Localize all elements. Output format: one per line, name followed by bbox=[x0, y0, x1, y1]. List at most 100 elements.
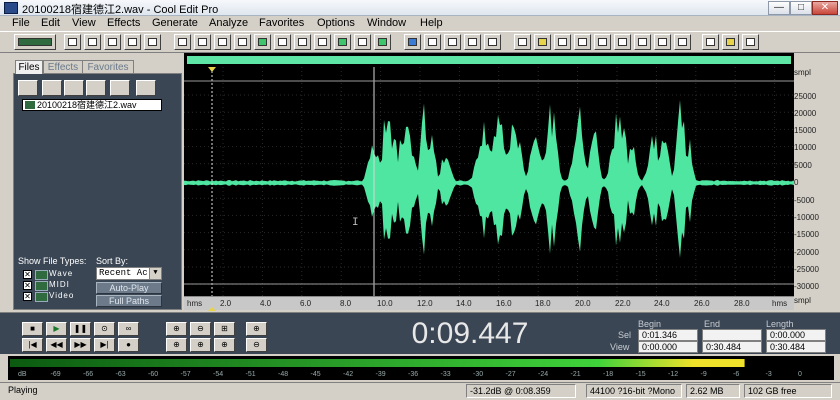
view-button-1[interactable] bbox=[514, 34, 531, 50]
view-begin-field[interactable]: 0:00.000 bbox=[638, 341, 698, 353]
waveform-view-button[interactable] bbox=[424, 34, 441, 50]
display-button-2[interactable] bbox=[634, 34, 651, 50]
multitrack-toggle-button[interactable] bbox=[14, 34, 56, 50]
menu-analyze[interactable]: Analyze bbox=[209, 17, 248, 29]
waveform-canvas[interactable]: I bbox=[184, 53, 794, 296]
tab-effects[interactable]: Effects bbox=[43, 60, 83, 74]
amp-tick: 15000 bbox=[794, 126, 817, 135]
go-to-start-button[interactable]: |◀ bbox=[22, 338, 43, 352]
delete-selection-button[interactable] bbox=[374, 34, 391, 50]
sort-by-select[interactable]: Recent Ac ▼ bbox=[96, 267, 162, 280]
new-file-button[interactable] bbox=[64, 34, 81, 50]
save-as-button[interactable] bbox=[124, 34, 141, 50]
view-button-3[interactable] bbox=[554, 34, 571, 50]
scripts-button[interactable] bbox=[742, 34, 759, 50]
zoom-in-button[interactable]: ⊕ bbox=[166, 322, 187, 336]
file-list-item[interactable]: 20100218宿建德江2.wav bbox=[22, 99, 162, 111]
paste-button[interactable] bbox=[294, 34, 311, 50]
repeat-button[interactable] bbox=[214, 34, 231, 50]
view-length-field[interactable]: 0:30.484 bbox=[766, 341, 826, 353]
trim-button[interactable] bbox=[354, 34, 371, 50]
open-folder-button[interactable] bbox=[18, 80, 38, 96]
go-to-end-button[interactable]: ▶| bbox=[94, 338, 115, 352]
sel-end-field[interactable] bbox=[702, 329, 762, 341]
play-to-end-button[interactable]: ⊙ bbox=[94, 322, 115, 336]
display-button-3[interactable] bbox=[654, 34, 671, 50]
stop-button[interactable]: ■ bbox=[22, 322, 43, 336]
menu-view[interactable]: View bbox=[72, 17, 96, 29]
menu-window[interactable]: Window bbox=[367, 17, 406, 29]
play-view-button[interactable] bbox=[574, 34, 591, 50]
app-icon[interactable] bbox=[4, 2, 18, 14]
menu-generate[interactable]: Generate bbox=[152, 17, 198, 29]
insert-button[interactable] bbox=[110, 80, 130, 96]
view-end-field[interactable]: 0:30.484 bbox=[702, 341, 762, 353]
undo-button[interactable] bbox=[174, 34, 191, 50]
zoom-view-button[interactable] bbox=[594, 34, 611, 50]
play-button[interactable]: ▶ bbox=[46, 322, 67, 336]
grid-button-1[interactable] bbox=[444, 34, 461, 50]
grid-button-2[interactable] bbox=[464, 34, 481, 50]
minimize-button[interactable]: — bbox=[768, 1, 790, 15]
copy-button[interactable] bbox=[234, 34, 251, 50]
copy-to-new-button[interactable] bbox=[254, 34, 271, 50]
wave-type-checkbox[interactable]: ✕ bbox=[23, 270, 32, 279]
paste-new-button[interactable] bbox=[314, 34, 331, 50]
rewind-button[interactable]: ◀◀ bbox=[46, 338, 67, 352]
zoom-out-button[interactable]: ⊖ bbox=[190, 322, 211, 336]
start-marker-icon[interactable] bbox=[208, 67, 216, 72]
save-button[interactable] bbox=[104, 34, 121, 50]
maximize-button[interactable]: □ bbox=[790, 1, 812, 15]
menu-help[interactable]: Help bbox=[420, 17, 443, 29]
sel-length-field[interactable]: 0:00.000 bbox=[766, 329, 826, 341]
level-meter-label: -57 bbox=[180, 371, 191, 378]
amplitude-scale: smpl 25000 20000 15000 10000 5000 0 -500… bbox=[794, 64, 840, 310]
tab-files[interactable]: Files bbox=[15, 60, 43, 74]
edit-file-button[interactable] bbox=[86, 80, 106, 96]
menu-edit[interactable]: Edit bbox=[41, 17, 60, 29]
menu-file[interactable]: File bbox=[12, 17, 30, 29]
mix-paste-button[interactable] bbox=[334, 34, 351, 50]
help-button[interactable] bbox=[136, 80, 156, 96]
redo-button[interactable] bbox=[194, 34, 211, 50]
close-button[interactable]: ✕ bbox=[812, 1, 838, 15]
menu-effects[interactable]: Effects bbox=[107, 17, 140, 29]
zoom-right-button[interactable]: ⊕ bbox=[190, 338, 211, 352]
zoom-full-button[interactable]: ⊞ bbox=[214, 322, 235, 336]
zoom-out-vertical-button[interactable]: ⊖ bbox=[246, 338, 267, 352]
menu-favorites[interactable]: Favorites bbox=[259, 17, 304, 29]
close-files-button[interactable] bbox=[64, 80, 84, 96]
open-file-button[interactable] bbox=[84, 34, 101, 50]
menu-options[interactable]: Options bbox=[317, 17, 355, 29]
video-type-checkbox[interactable]: ✕ bbox=[23, 292, 32, 301]
amp-tick: -30000 bbox=[794, 282, 819, 291]
level-meter-label: -54 bbox=[213, 371, 224, 378]
display-button-1[interactable] bbox=[614, 34, 631, 50]
zoom-left-button[interactable]: ⊕ bbox=[166, 338, 187, 352]
full-paths-button[interactable]: Full Paths bbox=[96, 295, 162, 307]
zoom-selection-button[interactable]: ⊕ bbox=[214, 338, 235, 352]
fast-forward-button[interactable]: ▶▶ bbox=[70, 338, 91, 352]
close-file-button[interactable] bbox=[144, 34, 161, 50]
waveform-display[interactable]: I bbox=[184, 53, 794, 310]
zoom-in-vertical-button[interactable]: ⊕ bbox=[246, 322, 267, 336]
wave-file-icon bbox=[25, 101, 35, 109]
edit-button[interactable] bbox=[722, 34, 739, 50]
record-button[interactable]: ● bbox=[118, 338, 139, 352]
cd-button[interactable] bbox=[702, 34, 719, 50]
begin-header: Begin bbox=[638, 319, 662, 329]
cut-button[interactable] bbox=[274, 34, 291, 50]
length-header: Length bbox=[766, 319, 794, 329]
midi-type-checkbox[interactable]: ✕ bbox=[23, 281, 32, 290]
tab-favorites[interactable]: Favorites bbox=[82, 60, 134, 74]
level-meter-label: -63 bbox=[115, 371, 126, 378]
spectral-view-button[interactable] bbox=[404, 34, 421, 50]
display-button-4[interactable] bbox=[674, 34, 691, 50]
pause-button[interactable]: ❚❚ bbox=[70, 322, 91, 336]
auto-play-button[interactable]: Auto-Play bbox=[96, 282, 162, 294]
loop-button[interactable]: ∞ bbox=[118, 322, 139, 336]
sel-begin-field[interactable]: 0:01.346 bbox=[638, 329, 698, 341]
grid-button-3[interactable] bbox=[484, 34, 501, 50]
import-button[interactable] bbox=[42, 80, 62, 96]
view-button-2[interactable] bbox=[534, 34, 551, 50]
